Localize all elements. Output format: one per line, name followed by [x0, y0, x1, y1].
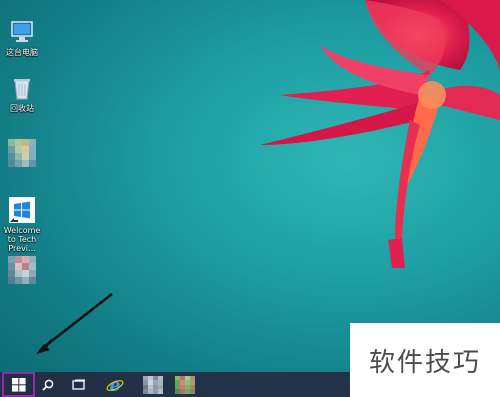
search-button[interactable] — [38, 372, 58, 397]
svg-text:e: e — [110, 376, 121, 394]
ie-icon: e — [106, 376, 124, 394]
task-view-icon — [72, 379, 85, 390]
start-button[interactable] — [2, 372, 35, 397]
watermark-text: 软件技巧 — [368, 347, 481, 378]
pinned-app-1-button[interactable] — [140, 372, 166, 397]
blurred-app-icon — [143, 375, 163, 394]
pinned-app-2-button[interactable] — [172, 372, 198, 397]
blurred-app-icon — [175, 375, 195, 394]
watermark: 软件技巧 — [350, 323, 500, 397]
search-icon — [42, 379, 54, 391]
task-view-button[interactable] — [68, 372, 90, 397]
windows-logo-icon — [11, 377, 26, 392]
internet-explorer-button[interactable]: e — [102, 372, 128, 397]
